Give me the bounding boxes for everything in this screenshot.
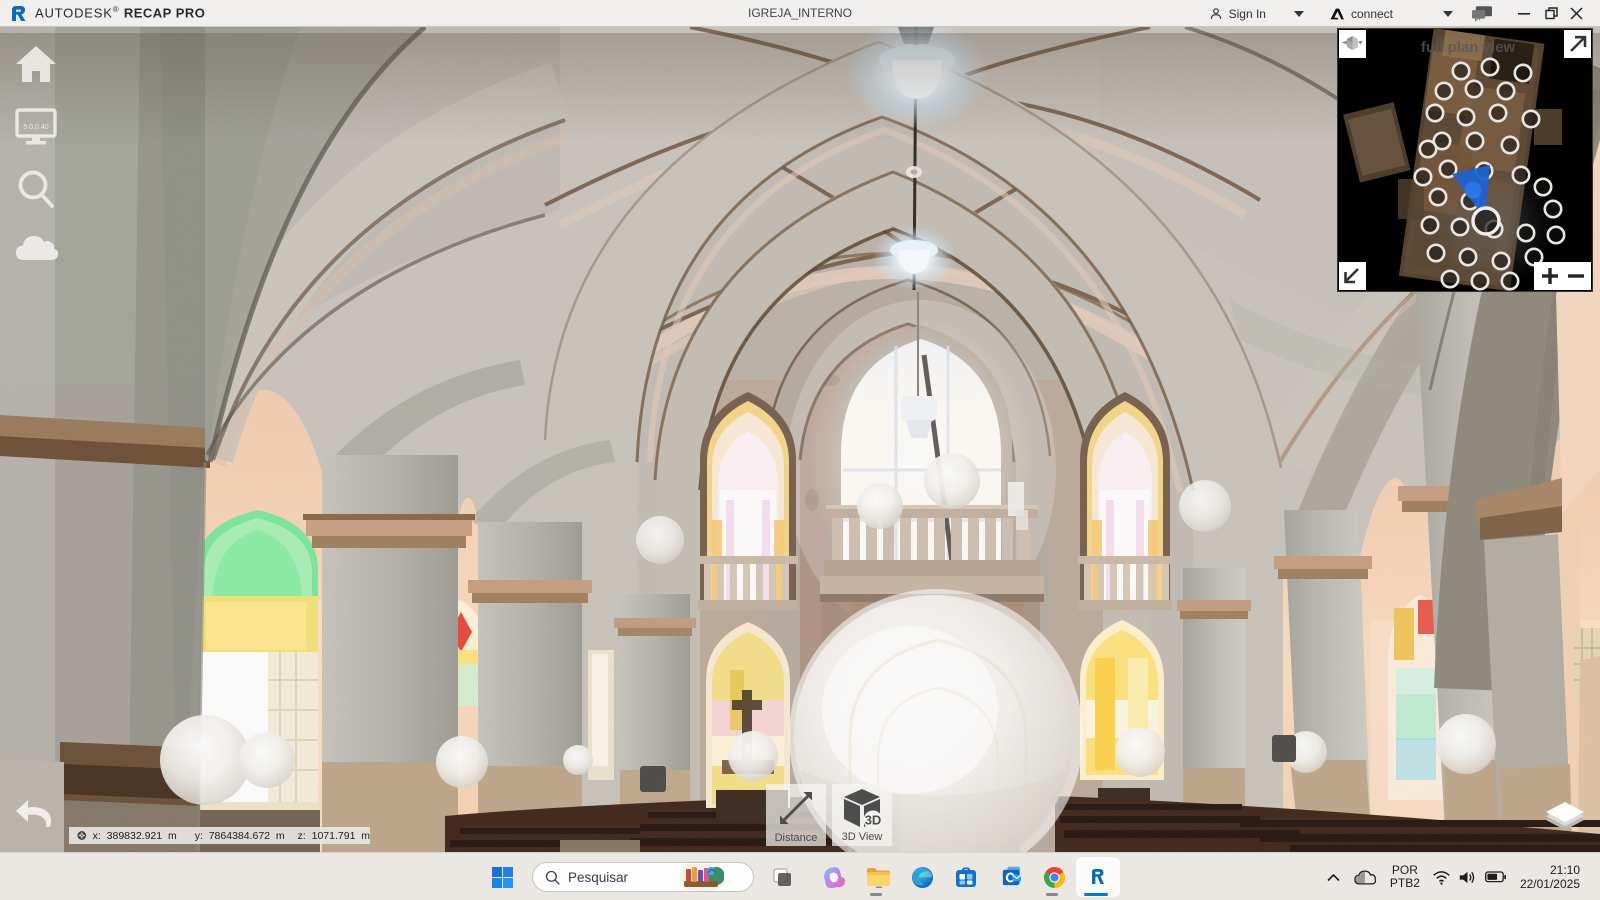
svg-text:3D: 3D (865, 813, 882, 828)
svg-text:5.0.0.40: 5.0.0.40 (23, 124, 48, 131)
svg-text:full plan view: full plan view (1421, 39, 1516, 56)
